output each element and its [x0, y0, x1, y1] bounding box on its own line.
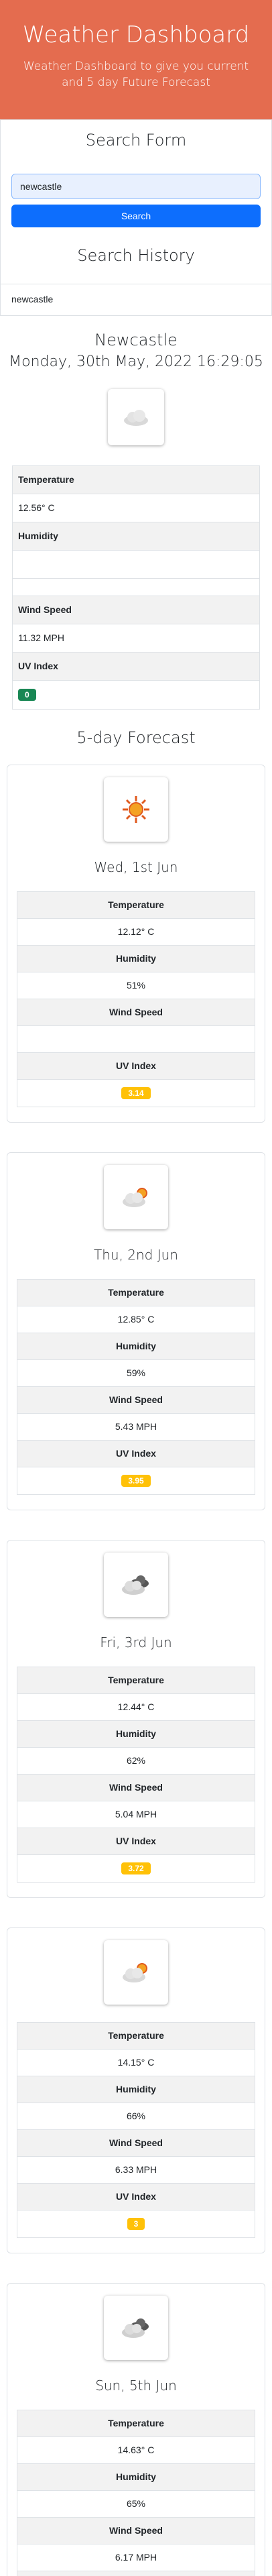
- humidity-value: [13, 551, 259, 579]
- forecast-uv-label: UV Index: [17, 1828, 255, 1855]
- forecast-wind-value: 6.33 MPH: [17, 2157, 255, 2184]
- forecast-card: Temperature 14.15° C Humidity 66% Wind Speed…: [7, 1927, 265, 2253]
- forecast-wind-label: Wind Speed: [17, 2130, 255, 2157]
- forecast-temperature-value: 12.44° C: [17, 1694, 255, 1721]
- table-divider: [13, 579, 259, 596]
- forecast-table: Temperature 14.63° C Humidity 65% Wind Speed…: [17, 2410, 255, 2576]
- forecast-humidity-label: Humidity: [17, 946, 255, 972]
- forecast-temperature-label: Temperature: [17, 1667, 255, 1694]
- forecast-wind-value: 6.17 MPH: [17, 2544, 255, 2571]
- cloud-icon: [108, 389, 164, 445]
- partly-cloudy-icon: [104, 1940, 168, 2005]
- cloudy-icon: [104, 1553, 168, 1617]
- forecast-date: Wed, 1st Jun: [94, 859, 178, 875]
- page-title: Weather Dashboard: [22, 21, 250, 48]
- forecast-humidity-label: Humidity: [17, 1721, 255, 1748]
- page-subtitle: Weather Dashboard to give you current an…: [23, 59, 249, 90]
- forecast-humidity-value: 66%: [17, 2103, 255, 2130]
- forecast-uv-label: UV Index: [17, 1441, 255, 1467]
- city-search-input[interactable]: [11, 174, 261, 199]
- forecast-uv-label: UV Index: [17, 2184, 255, 2210]
- temperature-value: 12.56° C: [13, 494, 259, 522]
- forecast-uv-row: 3.95: [17, 1467, 255, 1494]
- forecast-temperature-value: 14.15° C: [17, 2050, 255, 2076]
- forecast-uv-row: 3.14: [17, 1080, 255, 1107]
- forecast-humidity-value: 65%: [17, 2491, 255, 2518]
- forecast-temperature-label: Temperature: [17, 2410, 255, 2437]
- forecast-card: Fri, 3rd Jun Temperature 12.44° C Humidity 6…: [7, 1540, 265, 1898]
- forecast-wind-label: Wind Speed: [17, 1387, 255, 1414]
- wind-speed-label: Wind Speed: [13, 596, 259, 624]
- current-datetime: Monday, 30th May, 2022 16:29:05: [9, 353, 263, 370]
- partly-cloudy-icon: [104, 1165, 168, 1229]
- forecast-uv-badge: 3.72: [121, 1862, 151, 1874]
- forecast-wind-value: 5.43 MPH: [17, 1414, 255, 1441]
- cloudy-icon: [104, 2296, 168, 2360]
- forecast-card: Sun, 5th Jun Temperature 14.63° C Humidity 6…: [7, 2283, 265, 2576]
- forecast-temperature-label: Temperature: [17, 892, 255, 919]
- forecast-table: Temperature 14.15° C Humidity 66% Wind Speed…: [17, 2022, 255, 2238]
- uv-index-badge: 0: [18, 689, 36, 701]
- current-weather-table: Temperature 12.56° C Humidity Wind Speed…: [12, 465, 260, 710]
- forecast-wind-value: 5.04 MPH: [17, 1801, 255, 1828]
- forecast-temperature-label: Temperature: [17, 1280, 255, 1306]
- forecast-list: Wed, 1st Jun Temperature 12.12° C Humidity 5…: [0, 765, 272, 2576]
- forecast-humidity-label: Humidity: [17, 1333, 255, 1360]
- current-city: Newcastle: [94, 331, 178, 349]
- search-history-heading: Search History: [77, 246, 195, 265]
- forecast-table: Temperature 12.44° C Humidity 62% Wind Speed…: [17, 1667, 255, 1883]
- forecast-humidity-label: Humidity: [17, 2464, 255, 2491]
- forecast-humidity-value: 62%: [17, 1748, 255, 1775]
- forecast-uv-row: 3.72: [17, 1855, 255, 1882]
- humidity-label: Humidity: [13, 522, 259, 551]
- forecast-uv-badge: 3.14: [121, 1087, 151, 1099]
- forecast-temperature-value: 12.85° C: [17, 1306, 255, 1333]
- forecast-temperature-value: 14.63° C: [17, 2437, 255, 2464]
- forecast-humidity-label: Humidity: [17, 2076, 255, 2103]
- page-header: Weather Dashboard Weather Dashboard to g…: [0, 0, 272, 119]
- forecast-heading: 5-day Forecast: [76, 728, 196, 747]
- forecast-uv-row: 3: [17, 2210, 255, 2237]
- forecast-card: Wed, 1st Jun Temperature 12.12° C Humidity 5…: [7, 765, 265, 1123]
- uv-index-row: 0: [13, 681, 259, 709]
- weather-dashboard-page: Weather Dashboard Weather Dashboard to g…: [0, 0, 272, 2576]
- sun-icon: [104, 777, 168, 842]
- current-weather: Newcastle Monday, 30th May, 2022 16:29:0…: [0, 316, 272, 710]
- forecast-date: Thu, 2nd Jun: [94, 1247, 178, 1263]
- temperature-label: Temperature: [13, 466, 259, 494]
- forecast-table: Temperature 12.85° C Humidity 59% Wind Speed…: [17, 1279, 255, 1495]
- forecast-uv-badge: 3: [127, 2218, 145, 2230]
- forecast-temperature-label: Temperature: [17, 2023, 255, 2050]
- search-history-list: newcastle: [1, 284, 271, 309]
- forecast-uv-label: UV Index: [17, 2571, 255, 2576]
- forecast-date: Fri, 3rd Jun: [100, 1634, 172, 1650]
- forecast-card: Thu, 2nd Jun Temperature 12.85° C Humidity 5…: [7, 1152, 265, 1510]
- forecast-temperature-value: 12.12° C: [17, 919, 255, 946]
- forecast-wind-label: Wind Speed: [17, 2518, 255, 2544]
- forecast-wind-label: Wind Speed: [17, 999, 255, 1026]
- forecast-date: Sun, 5th Jun: [95, 2377, 177, 2394]
- uv-index-label: UV Index: [13, 653, 259, 681]
- forecast-table: Temperature 12.12° C Humidity 51% Wind Speed…: [17, 891, 255, 1107]
- forecast-uv-badge: 3.95: [121, 1475, 151, 1487]
- forecast-wind-value: [17, 1026, 255, 1053]
- forecast-uv-label: UV Index: [17, 1053, 255, 1080]
- search-form-heading: Search Form: [85, 131, 187, 150]
- search-button[interactable]: Search: [11, 205, 261, 227]
- forecast-wind-label: Wind Speed: [17, 1775, 255, 1801]
- wind-speed-value: 11.32 MPH: [13, 624, 259, 653]
- forecast-humidity-value: 59%: [17, 1360, 255, 1387]
- forecast-humidity-value: 51%: [17, 972, 255, 999]
- search-history-item[interactable]: newcastle: [11, 294, 261, 304]
- search-panel: Search Form Search Search History newcas…: [0, 119, 272, 316]
